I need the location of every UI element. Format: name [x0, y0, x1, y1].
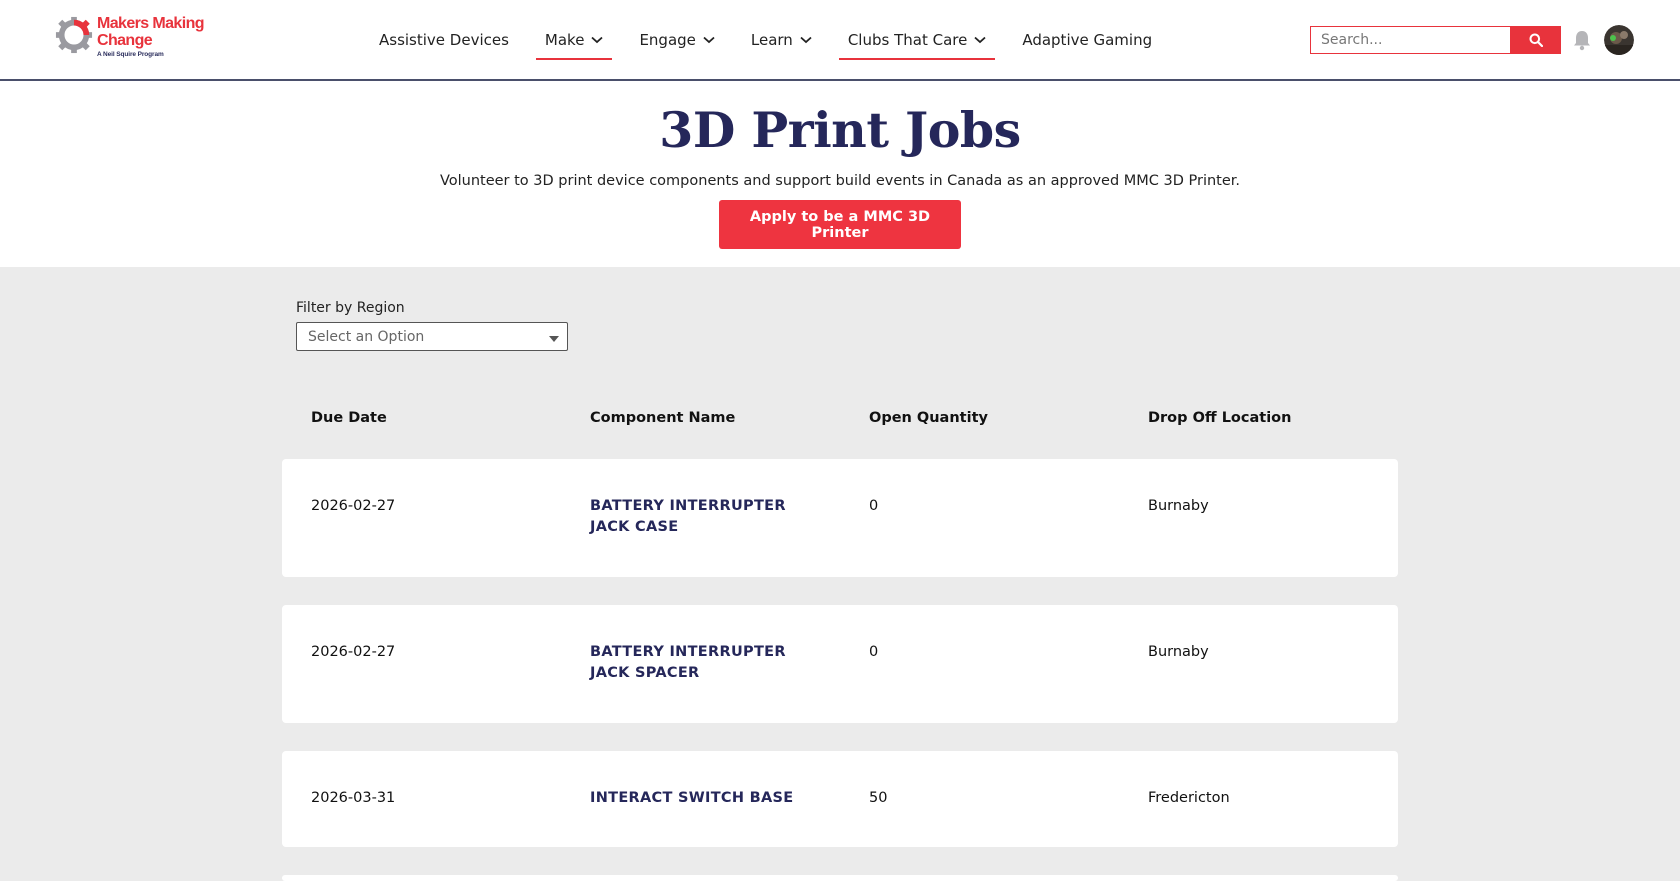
table-header: Due Date Component Name Open Quantity Dr… [282, 410, 1398, 430]
location-cell: Fredericton [1148, 790, 1230, 806]
logo-line-2: Change [97, 32, 153, 49]
location-cell: Burnaby [1148, 498, 1209, 514]
apply-printer-button[interactable]: Apply to be a MMC 3D Printer [719, 200, 961, 249]
table-row [282, 875, 1398, 881]
nav-label: Assistive Devices [379, 31, 509, 49]
component-link[interactable]: INTERACT SWITCH BASE [590, 788, 820, 809]
nav-item-adaptive-gaming[interactable]: Adaptive Gaming [1013, 0, 1161, 80]
column-header-drop-off-location: Drop Off Location [1148, 410, 1292, 426]
chevron-down-icon [591, 36, 604, 44]
nav-label: Engage [639, 31, 696, 49]
component-link[interactable]: BATTERY INTERRUPTER JACK SPACER [590, 642, 820, 684]
location-cell: Burnaby [1148, 644, 1209, 660]
page-description: Volunteer to 3D print device components … [439, 173, 1241, 189]
chevron-down-icon [974, 36, 986, 44]
avatar-image-icon [1604, 25, 1634, 55]
table-row: 2026-03-31 INTERACT SWITCH BASE 50 Frede… [282, 751, 1398, 847]
gear-logo-icon [55, 16, 93, 54]
logo-wordmark: Makers Making Change A Neil Squire Progr… [97, 15, 205, 59]
user-avatar[interactable] [1604, 25, 1634, 55]
bell-icon[interactable] [1571, 29, 1593, 51]
quantity-cell: 50 [869, 790, 888, 806]
quantity-cell: 0 [869, 498, 879, 514]
due-date-cell: 2026-02-27 [311, 644, 396, 660]
filter-region-label: Filter by Region [296, 300, 405, 316]
quantity-cell: 0 [869, 644, 879, 660]
column-header-open-quantity: Open Quantity [869, 410, 988, 426]
logo-line-1: Makers Making [97, 15, 205, 32]
nav-item-assistive-devices[interactable]: Assistive Devices [370, 0, 518, 80]
logo-subtitle: A Neil Squire Program [97, 51, 164, 58]
component-link[interactable]: BATTERY INTERRUPTER JACK CASE [590, 496, 820, 538]
chevron-down-icon [703, 36, 715, 44]
column-header-due-date: Due Date [311, 410, 387, 426]
nav-label: Learn [750, 31, 793, 49]
caret-down-icon [549, 336, 559, 342]
site-header: Makers Making Change A Neil Squire Progr… [0, 0, 1680, 81]
due-date-cell: 2026-03-31 [311, 790, 396, 806]
nav-item-clubs-that-care[interactable]: Clubs That Care [838, 0, 996, 80]
search-icon [1529, 33, 1543, 47]
nav-label: Make [544, 31, 585, 49]
chevron-down-icon [800, 36, 812, 44]
hero-section: 3D Print Jobs Volunteer to 3D print devi… [0, 81, 1680, 267]
column-header-component-name: Component Name [590, 410, 736, 426]
region-select[interactable]: Select an Option [296, 322, 568, 351]
nav-item-engage[interactable]: Engage [630, 0, 723, 80]
site-logo[interactable]: Makers Making Change A Neil Squire Progr… [55, 15, 205, 59]
nav-item-learn[interactable]: Learn [742, 0, 821, 80]
page-title: 3D Print Jobs [659, 101, 1021, 159]
region-select-value: Select an Option [308, 328, 425, 345]
table-row: 2026-02-27 BATTERY INTERRUPTER JACK SPAC… [282, 605, 1398, 723]
nav-label: Adaptive Gaming [1022, 31, 1153, 49]
search-button[interactable] [1510, 26, 1561, 54]
nav-item-make[interactable]: Make [535, 0, 613, 80]
table-row: 2026-02-27 BATTERY INTERRUPTER JACK CASE… [282, 459, 1398, 577]
due-date-cell: 2026-02-27 [311, 498, 396, 514]
main-nav: Assistive Devices Make Engage Learn Club… [370, 0, 1179, 80]
search-bar [1310, 26, 1561, 54]
nav-label: Clubs That Care [847, 31, 968, 49]
search-input[interactable] [1310, 26, 1510, 54]
